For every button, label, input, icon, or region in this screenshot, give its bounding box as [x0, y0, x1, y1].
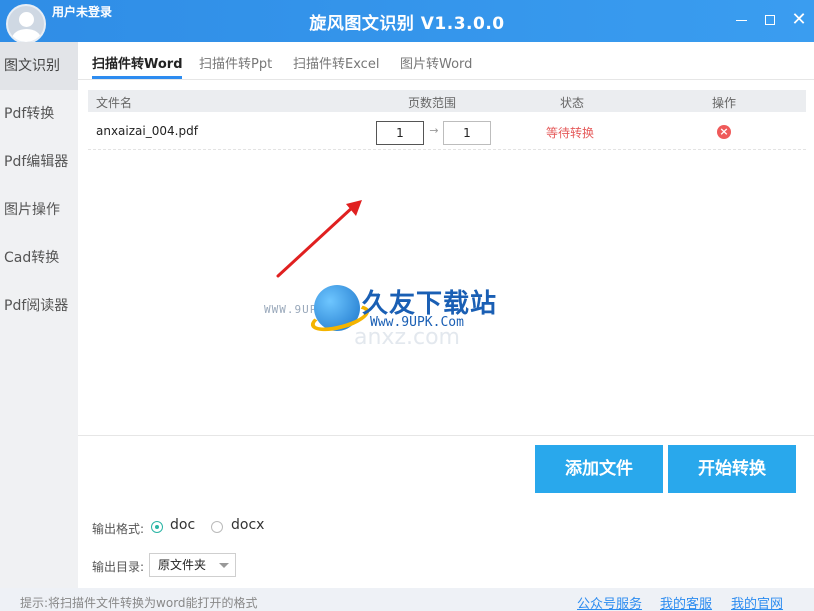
page-to-input[interactable]: 1 — [443, 121, 491, 145]
sidebar-item-pdf-reader[interactable]: Pdf阅读器 — [0, 282, 78, 330]
tab-scan-to-ppt[interactable]: 扫描件转Ppt — [199, 53, 272, 72]
sidebar-item-pdf-editor[interactable]: Pdf编辑器 — [0, 138, 78, 186]
sidebar-item-ocr[interactable]: 图文识别 — [0, 42, 78, 90]
hint-text: 提示:将扫描件文件转换为word能打开的格式 — [20, 596, 258, 610]
tab-image-to-word[interactable]: 图片转Word — [400, 53, 472, 72]
status-badge: 等待转换 — [546, 126, 595, 140]
file-name-cell: anxaizai_004.pdf — [96, 124, 198, 138]
output-dir-value: 原文件夹 — [158, 558, 207, 572]
divider — [78, 435, 814, 436]
header-page-range: 页数范围 — [408, 96, 457, 110]
radio-doc-label[interactable]: doc — [170, 517, 195, 533]
minimize-button[interactable] — [731, 10, 751, 30]
red-arrow-icon — [276, 200, 362, 278]
maximize-icon — [765, 15, 775, 25]
tab-bar: 扫描件转Word 扫描件转Ppt 扫描件转Excel 图片转Word — [78, 42, 814, 80]
header-file-name: 文件名 — [96, 96, 133, 110]
delete-row-icon[interactable]: × — [717, 125, 731, 139]
table-row[interactable]: anxaizai_004.pdf 1 → 1 等待转换 × — [88, 114, 806, 150]
output-dir-label: 输出目录: — [92, 560, 145, 574]
close-icon: ✕ — [791, 9, 807, 30]
main-panel: 扫描件转Word 扫描件转Ppt 扫描件转Excel 图片转Word 文件名 页… — [78, 42, 814, 588]
watermark-logo: anxz.com WWW.9UPK.COM 久友下载站 Www.9UPK.Com — [264, 277, 524, 350]
title-bar: 用户未登录 旋风图文识别 V1.3.0.0 ✕ — [0, 0, 814, 44]
output-dir-select[interactable]: 原文件夹 — [149, 553, 236, 577]
tab-scan-to-word[interactable]: 扫描件转Word — [92, 53, 183, 72]
range-arrow-icon: → — [429, 124, 439, 137]
sidebar: 图文识别 Pdf转换 Pdf编辑器 图片操作 Cad转换 Pdf阅读器 — [0, 42, 78, 588]
app-title: 旋风图文识别 V1.3.0.0 — [309, 14, 505, 34]
header-action: 操作 — [712, 96, 737, 110]
output-format-label: 输出格式: — [92, 522, 145, 536]
active-tab-indicator — [92, 76, 182, 79]
start-convert-button[interactable]: 开始转换 — [668, 445, 796, 493]
tab-scan-to-excel[interactable]: 扫描件转Excel — [293, 53, 379, 72]
link-wechat-service[interactable]: 公众号服务 — [577, 593, 642, 611]
radio-docx[interactable] — [211, 521, 223, 533]
close-button[interactable]: ✕ — [789, 10, 809, 30]
radio-docx-label[interactable]: docx — [231, 517, 264, 533]
radio-doc[interactable] — [151, 521, 163, 533]
link-customer-service[interactable]: 我的客服 — [660, 593, 712, 611]
minimize-icon — [735, 19, 747, 21]
page-from-input[interactable]: 1 — [376, 121, 424, 145]
sidebar-item-pdf-convert[interactable]: Pdf转换 — [0, 90, 78, 138]
table-header: 文件名 页数范围 状态 操作 — [88, 90, 806, 112]
add-file-button[interactable]: 添加文件 — [535, 445, 663, 493]
status-bar: 提示:将扫描件文件转换为word能打开的格式 公众号服务 我的客服 我的官网 — [0, 588, 814, 611]
watermark-url: Www.9UPK.Com — [370, 315, 464, 330]
link-official-site[interactable]: 我的官网 — [731, 593, 783, 611]
sidebar-item-image-tools[interactable]: 图片操作 — [0, 186, 78, 234]
sidebar-item-cad-convert[interactable]: Cad转换 — [0, 234, 78, 282]
chevron-down-icon — [219, 563, 229, 568]
header-status: 状态 — [560, 96, 585, 110]
maximize-button[interactable] — [760, 10, 780, 30]
